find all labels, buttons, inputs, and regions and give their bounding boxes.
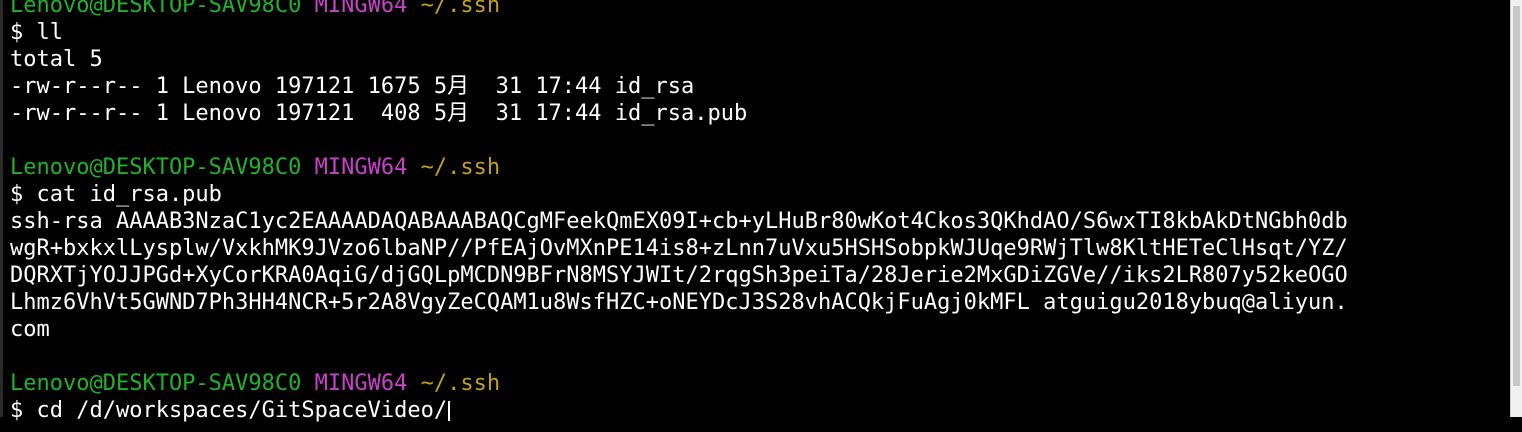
prompt-system: MINGW64 [314, 371, 408, 396]
prompt-user-host: Lenovo@DESKTOP-SAV98C0 [10, 0, 302, 18]
scrollbar-thumb[interactable] [1513, 6, 1520, 386]
output-line: total 5 [10, 47, 103, 72]
prompt-user-host: Lenovo@DESKTOP-SAV98C0 [10, 155, 302, 180]
output-line: wgR+bxkxlLysplw/VxkhMK9JVzo6lbaNP//PfEAj… [10, 236, 1348, 261]
vertical-scrollbar[interactable] [1510, 0, 1522, 417]
output-line: -rw-r--r-- 1 Lenovo 197121 1675 5月 31 17… [10, 74, 695, 99]
prompt-user-host: Lenovo@DESKTOP-SAV98C0 [10, 371, 302, 396]
prompt-cwd: ~/.ssh [420, 371, 501, 396]
terminal-window[interactable]: Lenovo@DESKTOP-SAV98C0 MINGW64 ~/.ssh $ … [0, 0, 1510, 432]
output-line: com [10, 317, 50, 342]
command-line: $ ll [10, 20, 63, 45]
prompt-line: Lenovo@DESKTOP-SAV98C0 MINGW64 ~/.ssh [10, 0, 1510, 19]
prompt-line: Lenovo@DESKTOP-SAV98C0 MINGW64 ~/.ssh [10, 154, 1510, 181]
output-line: DQRXTjYOJJPGd+XyCorKRA0AqiG/djGQLpMCDN9B… [10, 263, 1348, 288]
prompt-line: Lenovo@DESKTOP-SAV98C0 MINGW64 ~/.ssh [10, 370, 1510, 397]
window-left-edge [0, 0, 3, 417]
prompt-system: MINGW64 [314, 0, 408, 18]
prompt-cwd: ~/.ssh [420, 155, 501, 180]
command-line: $ cat id_rsa.pub [10, 182, 222, 207]
prompt-cwd: ~/.ssh [420, 0, 501, 18]
command-input-text[interactable]: $ cd /d/workspaces/GitSpaceVideo/ [10, 398, 447, 423]
command-input-line[interactable]: $ cd /d/workspaces/GitSpaceVideo/ [10, 397, 1510, 424]
output-line: Lhmz6VhVt5GWND7Ph3HH4NCR+5r2A8VgyZeCQAM1… [10, 290, 1348, 315]
output-line: -rw-r--r-- 1 Lenovo 197121 408 5月 31 17:… [10, 101, 748, 126]
text-cursor [448, 401, 451, 421]
output-line: ssh-rsa AAAAB3NzaC1yc2EAAAADAQABAAABAQCg… [10, 209, 1348, 234]
prompt-system: MINGW64 [314, 155, 408, 180]
